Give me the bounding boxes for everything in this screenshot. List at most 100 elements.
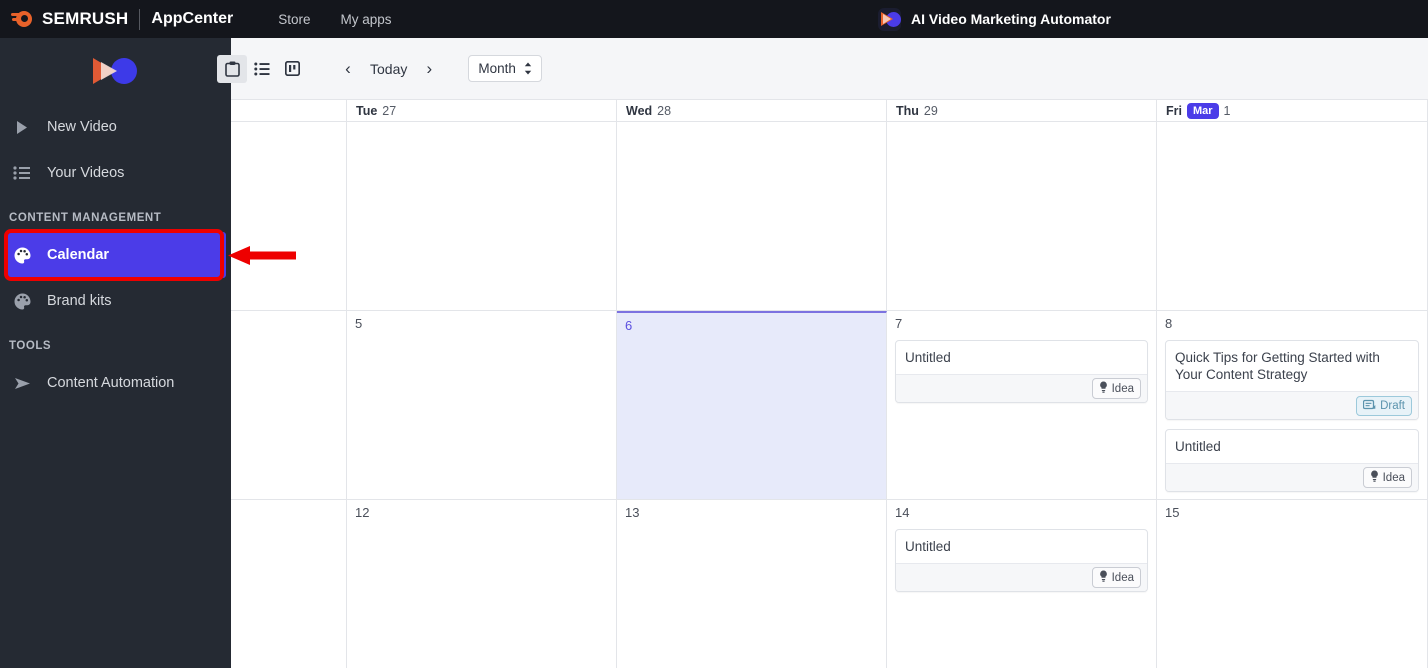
appcenter-label: AppCenter — [151, 10, 234, 27]
day-number: 14 — [895, 505, 910, 520]
event-title: Untitled — [905, 350, 951, 365]
calendar-day-cell-8[interactable]: 8 Quick Tips for Getting Started with Yo… — [1157, 311, 1428, 499]
status-badge[interactable]: Idea — [1362, 467, 1412, 488]
day-number: 6 — [625, 318, 633, 333]
global-header: SEMRUSH AppCenter Store My apps AI Video… — [0, 0, 1428, 38]
day-of-week: Fri — [1166, 103, 1182, 118]
lightbulb-icon — [1370, 470, 1379, 485]
app-mark-icon — [92, 58, 139, 84]
status-badge-label: Idea — [1111, 382, 1134, 395]
chevron-updown-icon — [524, 62, 532, 75]
calendar-day-cell-12[interactable]: 12 — [347, 500, 617, 668]
calendar-grid: Tue 27 Wed 28 Thu 29 Fri Mar 1 5 6 7 Unt… — [231, 100, 1428, 668]
calendar-day-cell-13[interactable]: 13 — [617, 500, 887, 668]
list-view-icon[interactable] — [247, 55, 277, 83]
semrush-brand[interactable]: SEMRUSH AppCenter — [0, 8, 234, 30]
calendar-day-cell[interactable] — [617, 122, 887, 310]
day-of-week: Thu — [896, 103, 919, 118]
palette-icon — [13, 246, 43, 265]
day-number: 1 — [1223, 103, 1231, 118]
day-number: 29 — [923, 103, 938, 118]
day-number: 8 — [1165, 316, 1173, 331]
app-logo-icon — [878, 7, 901, 31]
board-view-icon[interactable] — [277, 55, 307, 83]
lightbulb-icon — [1099, 381, 1108, 396]
event-card[interactable]: Untitled Idea — [895, 340, 1148, 403]
calendar-week-row — [231, 122, 1428, 311]
sidebar-item-content-automation[interactable]: Content Automation — [0, 360, 231, 406]
day-number: 12 — [355, 505, 370, 520]
prev-period-button[interactable]: ‹ — [335, 56, 361, 82]
calendar-day-cell-14[interactable]: 14 Untitled Idea — [887, 500, 1157, 668]
event-card[interactable]: Untitled Idea — [1165, 429, 1419, 492]
calendar-view-icon[interactable] — [217, 54, 247, 83]
event-footer: Idea — [896, 563, 1147, 591]
list-icon — [13, 165, 43, 181]
day-header-fri: Fri Mar 1 — [1157, 100, 1428, 121]
calendar-day-cell-15[interactable]: 15 — [1157, 500, 1428, 668]
calendar-day-cell-7[interactable]: 7 Untitled Idea — [887, 311, 1157, 499]
lightbulb-icon — [1099, 570, 1108, 585]
day-number: 28 — [657, 103, 672, 118]
sidebar-item-label: New Video — [47, 119, 117, 135]
sidebar-section-tools: TOOLS — [9, 340, 52, 352]
today-button[interactable]: Today — [363, 61, 414, 77]
global-nav: Store My apps — [278, 12, 391, 27]
calendar-day-cell-6-today[interactable]: 6 — [617, 311, 887, 499]
event-title: Quick Tips for Getting Started with Your… — [1175, 350, 1380, 382]
status-badge-label: Idea — [1382, 471, 1405, 484]
sidebar-app-logo — [0, 38, 231, 104]
event-card[interactable]: Quick Tips for Getting Started with Your… — [1165, 340, 1419, 420]
day-number: 5 — [355, 316, 363, 331]
document-lines-icon — [1362, 399, 1376, 413]
semrush-logo-icon — [11, 9, 35, 29]
day-header-tue: Tue 27 — [347, 100, 617, 121]
calendar-day-cell[interactable] — [887, 122, 1157, 310]
sidebar-item-label: Content Automation — [47, 375, 175, 391]
day-number: 7 — [895, 316, 903, 331]
calendar-day-cell-5[interactable]: 5 — [347, 311, 617, 499]
sidebar: New Video Your Videos CONTENT MANAGEMENT — [0, 38, 231, 668]
status-badge[interactable]: Idea — [1091, 378, 1141, 399]
calendar-toolbar: ‹ Today › Month — [217, 38, 1428, 100]
nav-store[interactable]: Store — [278, 12, 310, 27]
next-period-button[interactable]: › — [416, 56, 442, 82]
range-select[interactable]: Month — [468, 55, 542, 82]
sidebar-item-new-video[interactable]: New Video — [0, 104, 231, 150]
event-card[interactable]: Untitled Idea — [895, 529, 1148, 592]
status-badge-label: Draft — [1380, 399, 1405, 412]
calendar-day-cell[interactable] — [231, 500, 347, 668]
status-badge[interactable]: Draft — [1356, 395, 1412, 416]
palette-icon — [13, 292, 43, 311]
date-navigation: ‹ Today › — [335, 56, 442, 82]
day-header-thu: Thu 29 — [887, 100, 1157, 121]
status-badge-label: Idea — [1111, 571, 1134, 584]
event-title: Untitled — [1175, 439, 1221, 454]
nav-my-apps[interactable]: My apps — [340, 12, 391, 27]
calendar-header-row: Tue 27 Wed 28 Thu 29 Fri Mar 1 — [231, 100, 1428, 122]
calendar-day-cell[interactable] — [231, 311, 347, 499]
sidebar-item-label: Calendar — [47, 247, 110, 263]
sidebar-item-calendar[interactable]: Calendar — [5, 232, 226, 278]
sidebar-section-content-management: CONTENT MANAGEMENT — [9, 212, 162, 224]
calendar-day-cell[interactable] — [231, 122, 347, 310]
main-content: ‹ Today › Month Tue 27 Wed 28 Thu 29 Fri… — [217, 38, 1428, 668]
event-footer: Idea — [1166, 463, 1418, 491]
event-footer: Draft — [1166, 391, 1418, 419]
calendar-day-cell[interactable] — [1157, 122, 1428, 310]
day-of-week: Wed — [626, 103, 653, 118]
status-badge[interactable]: Idea — [1091, 567, 1141, 588]
play-icon — [13, 119, 43, 136]
calendar-week-row: 5 6 7 Untitled Idea 8 Quick Tips for Get… — [231, 311, 1428, 500]
event-footer: Idea — [896, 374, 1147, 402]
sidebar-item-your-videos[interactable]: Your Videos — [0, 150, 231, 196]
calendar-week-row: 12 13 14 Untitled Idea 15 — [231, 500, 1428, 668]
sidebar-item-label: Your Videos — [47, 165, 125, 181]
day-header-wed: Wed 28 — [617, 100, 887, 121]
view-switcher — [217, 54, 307, 83]
month-badge: Mar — [1186, 102, 1219, 119]
sidebar-item-brand-kits[interactable]: Brand kits — [0, 278, 231, 324]
calendar-day-cell[interactable] — [347, 122, 617, 310]
day-number: 27 — [382, 103, 397, 118]
app-root: SEMRUSH AppCenter Store My apps AI Video… — [0, 0, 1428, 668]
